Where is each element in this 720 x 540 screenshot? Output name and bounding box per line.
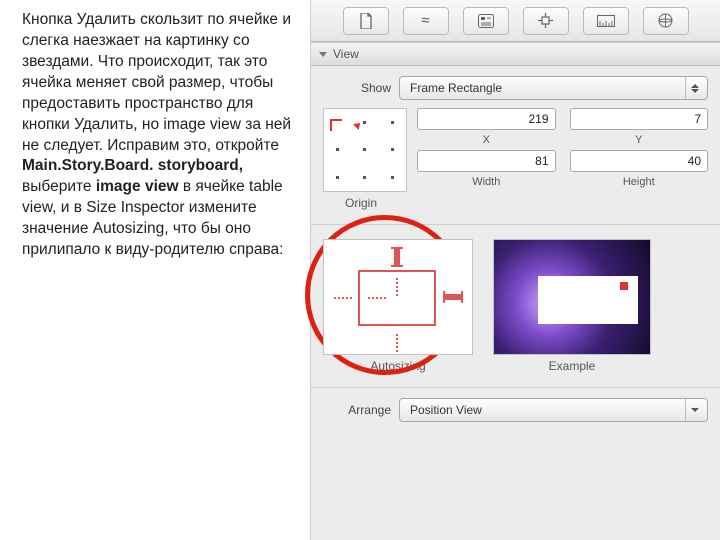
width-value: 81: [535, 154, 548, 168]
inspector-panel: ≈ View Show Frame Rectangle: [310, 0, 720, 540]
quick-help-tab[interactable]: ≈: [403, 7, 449, 35]
width-label: Width: [417, 176, 556, 188]
y-field[interactable]: 7: [570, 108, 709, 130]
popup-arrows-icon: [685, 77, 703, 99]
instruction-bold-storyboard: Main.Story.Board. storyboard,: [22, 157, 243, 174]
disclosure-triangle-icon: [319, 52, 327, 57]
view-section-header[interactable]: View: [311, 42, 720, 66]
x-field[interactable]: 219: [417, 108, 556, 130]
width-field[interactable]: 81: [417, 150, 556, 172]
instruction-part2: выберите: [22, 178, 96, 195]
height-label: Height: [570, 176, 709, 188]
view-frame-panel: Show Frame Rectangle Origin 219 7 X Y: [311, 66, 720, 225]
autosizing-spring-bottom[interactable]: [396, 332, 398, 352]
origin-picker[interactable]: [323, 108, 407, 192]
autosizing-label: Autosizing: [370, 359, 425, 373]
autosizing-spring-inner-h[interactable]: [368, 297, 388, 299]
instruction-part1: Кнопка Удалить скользит по ячейке и слег…: [22, 11, 291, 154]
x-label: X: [417, 134, 556, 146]
example-label: Example: [549, 359, 596, 373]
size-inspector-tab[interactable]: [583, 7, 629, 35]
y-value: 7: [694, 112, 701, 126]
height-field[interactable]: 40: [570, 150, 709, 172]
autosizing-spring-left[interactable]: [334, 297, 354, 299]
autosizing-strut-top[interactable]: [394, 248, 400, 266]
file-inspector-tab[interactable]: [343, 7, 389, 35]
view-section-title: View: [333, 47, 359, 61]
autosizing-spring-inner-v[interactable]: [396, 276, 398, 296]
connections-inspector-tab[interactable]: [643, 7, 689, 35]
autosizing-example-preview: [493, 239, 651, 355]
y-label: Y: [570, 134, 709, 146]
origin-label: Origin: [345, 196, 377, 210]
inspector-tab-bar: ≈: [311, 0, 720, 42]
attributes-inspector-tab[interactable]: [523, 7, 569, 35]
show-label: Show: [323, 81, 391, 95]
arrange-panel: Arrange Position View: [311, 388, 720, 436]
autosizing-panel: Autosizing Example: [311, 225, 720, 388]
height-value: 40: [688, 154, 701, 168]
x-value: 219: [528, 112, 548, 126]
show-popup-value: Frame Rectangle: [410, 81, 502, 95]
arrange-popup-value: Position View: [410, 403, 482, 417]
instruction-text: Кнопка Удалить скользит по ячейке и слег…: [0, 0, 310, 540]
instruction-bold-imageview: image view: [96, 178, 179, 195]
show-popup[interactable]: Frame Rectangle: [399, 76, 708, 100]
arrange-popup[interactable]: Position View: [399, 398, 708, 422]
autosizing-strut-right[interactable]: [444, 294, 462, 300]
arrange-label: Arrange: [323, 403, 391, 417]
identity-inspector-tab[interactable]: [463, 7, 509, 35]
popup-down-arrow-icon: [685, 399, 703, 421]
autosizing-control[interactable]: [323, 239, 473, 355]
